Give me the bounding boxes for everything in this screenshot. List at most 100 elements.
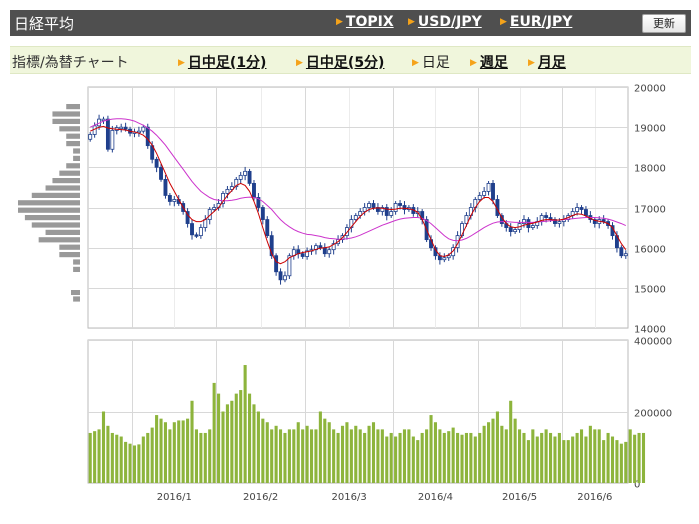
volume-bar — [217, 393, 221, 483]
volume-bar — [194, 429, 198, 483]
candle-down — [274, 255, 279, 273]
volume-bar — [535, 436, 539, 483]
volume-bar — [433, 422, 438, 483]
candle-up — [119, 126, 124, 130]
volume-bar — [451, 427, 455, 483]
volume-bar — [628, 429, 632, 483]
volume-profile-bar — [73, 148, 80, 154]
volume-profile-bar — [52, 178, 80, 184]
candle-up — [198, 227, 203, 237]
volume-bar — [265, 422, 269, 483]
volume-bar — [93, 431, 97, 483]
candle-up — [446, 255, 451, 259]
x-tick-label: 2016/3 — [332, 492, 367, 503]
volume-bar — [163, 422, 168, 483]
volume-bar — [340, 425, 345, 483]
volume-bar — [438, 429, 442, 483]
volume-profile-bar — [66, 163, 80, 169]
volume-profile-bar — [73, 296, 80, 302]
volume-profile-bar — [18, 207, 80, 213]
volume-bar — [132, 445, 137, 483]
volume-bar — [420, 432, 424, 483]
volume-bar — [518, 429, 522, 483]
volume-bar — [394, 436, 398, 483]
candle-down — [584, 209, 588, 216]
y-tick-label: 15000 — [634, 285, 666, 296]
volume-bar — [119, 436, 123, 483]
candle-up — [442, 257, 447, 261]
volume-bar — [464, 432, 468, 483]
volume-bar — [296, 422, 300, 483]
volume-bar — [548, 432, 553, 483]
volume-profile-bar — [73, 259, 80, 265]
volume-bar — [124, 441, 128, 483]
x-tick-label: 2016/4 — [418, 492, 453, 503]
volume-bar — [97, 429, 101, 483]
volume-bar — [619, 443, 623, 483]
volume-profile-bar — [31, 192, 80, 198]
candle-up — [362, 207, 367, 212]
candle-up — [575, 207, 580, 212]
candle-up — [486, 182, 491, 192]
candle-down — [544, 215, 549, 218]
volume-bar — [624, 441, 628, 483]
volume-profile-bar — [52, 118, 80, 124]
x-tick-label: 2016/1 — [157, 492, 192, 503]
volume-bar — [495, 411, 499, 483]
volume-bar — [637, 432, 641, 483]
candle-down — [371, 203, 376, 208]
volume-bar — [270, 429, 274, 483]
volume-profile-bar — [59, 170, 80, 176]
volume-bar — [309, 429, 314, 483]
volume-profile-bar — [45, 185, 80, 191]
candle-up — [513, 229, 518, 232]
volume-bar — [557, 432, 561, 483]
volume-bar — [172, 422, 176, 483]
volume-bar — [544, 429, 548, 483]
volume-bar — [88, 432, 92, 483]
volume-profile-bar — [24, 215, 80, 221]
candle-down — [163, 178, 168, 196]
candle-down — [260, 207, 265, 220]
volume-bar — [429, 415, 433, 483]
volume-bar — [376, 429, 380, 483]
volume-bar — [230, 400, 234, 483]
candle-down — [318, 245, 323, 249]
volume-bar — [318, 411, 322, 483]
candle-down — [278, 271, 283, 281]
volume-bar — [469, 432, 473, 483]
volume-profile-bar — [52, 111, 80, 117]
candle-down — [265, 219, 270, 237]
candle-down — [123, 126, 128, 130]
volume-bar — [323, 418, 327, 483]
volume-bar — [447, 431, 451, 483]
candle-up — [203, 219, 208, 228]
volume-bar — [579, 429, 584, 483]
volume-bar — [411, 436, 415, 483]
volume-bar — [110, 432, 114, 483]
volume-bar — [553, 436, 557, 483]
candle-down — [252, 182, 256, 198]
y-tick-label: 200000 — [634, 409, 672, 420]
volume-bar — [513, 418, 517, 483]
volume-bar — [571, 436, 575, 483]
volume-profile-bar — [59, 252, 80, 258]
y-tick-label: 400000 — [634, 337, 672, 348]
volume-bar — [252, 404, 256, 483]
volume-bar — [221, 411, 225, 483]
y-tick-label: 17000 — [634, 205, 666, 216]
chart-area: 20000 19000 18000 17000 16000 15000 14000 4000… — [18, 84, 672, 503]
volume-bar — [606, 432, 610, 483]
volume-bar — [128, 443, 132, 483]
x-tick-label: 2016/2 — [243, 492, 278, 503]
candle-down — [322, 247, 327, 255]
volume-bar — [460, 434, 464, 483]
volume-bar — [301, 429, 305, 483]
volume-bar — [593, 429, 597, 483]
volume-bar — [106, 425, 110, 483]
volume-profile-bar — [66, 133, 80, 139]
candle-up — [482, 191, 487, 196]
volume-profile-bar — [71, 290, 80, 295]
candle-down — [508, 227, 513, 232]
volume-bar — [633, 434, 637, 483]
